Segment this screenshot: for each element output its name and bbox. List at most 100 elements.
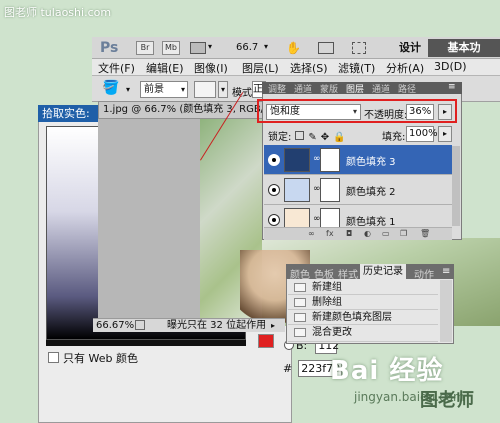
tab-swatches[interactable]: 色板 (314, 266, 334, 281)
gamut-warning-swatch[interactable] (258, 334, 274, 348)
link-layers-icon[interactable]: ∞ (308, 228, 315, 240)
layer-mask-thumb[interactable] (320, 208, 340, 227)
eye-icon[interactable] (268, 184, 280, 196)
layer-mask-thumb[interactable] (320, 178, 340, 202)
layer-row[interactable]: ∞ 颜色填充 1 (264, 205, 452, 228)
history-step-icon (294, 313, 306, 322)
layers-scrollbar[interactable] (452, 146, 460, 226)
web-only-option[interactable]: 只有 Web 颜色 (48, 350, 138, 366)
lock-pixels-icon[interactable]: ✎ (308, 132, 316, 143)
history-step-icon (294, 328, 306, 337)
fill-input[interactable]: 100% (406, 126, 438, 142)
tab-styles[interactable]: 样式 (338, 266, 358, 281)
trash-icon[interactable]: 🗑 (420, 228, 430, 240)
panel-menu-icon[interactable]: ≡ (448, 82, 456, 92)
bridge-button[interactable]: Br (136, 41, 154, 55)
workspace-essentials[interactable]: 基本功 (428, 39, 500, 57)
tab-channels-a[interactable]: 通道 (294, 82, 312, 95)
eye-icon[interactable] (268, 214, 280, 226)
screen-mode-icon[interactable] (352, 42, 366, 54)
menu-bar: 文件(F) 编辑(E) 图像(I) 图层(L) 选择(S) 滤镜(T) 分析(A… (92, 59, 500, 76)
hand-icon[interactable]: ✋ (286, 41, 301, 55)
history-item[interactable]: 混合更改 (288, 325, 438, 342)
zoom-dropdown-icon[interactable]: ▾ (264, 42, 268, 51)
zoom-level[interactable]: 66.7 (236, 42, 258, 53)
lock-row: 锁定: ✎ ✥ 🔒 (268, 128, 346, 143)
pattern-chevron-icon[interactable]: ▾ (218, 81, 228, 98)
paint-bucket-icon[interactable]: 🪣 (102, 80, 119, 96)
lock-position-icon[interactable]: ✥ (321, 132, 329, 143)
fill-source-select[interactable]: 前景 ▾ (140, 81, 188, 98)
layer-thumb (284, 208, 310, 227)
tab-color[interactable]: 颜色 (290, 266, 310, 281)
menu-3d[interactable]: 3D(D) (434, 60, 467, 73)
add-mask-icon[interactable]: ◘ (346, 228, 352, 240)
layers-panel-tabs: 调整 通道 蒙版 图层 通道 路径 ≡ (262, 82, 462, 95)
eye-icon[interactable] (268, 154, 280, 166)
menu-file[interactable]: 文件(F) (98, 60, 135, 76)
hex-label: # (283, 362, 293, 375)
layer-name: 颜色填充 1 (346, 217, 396, 228)
menu-select[interactable]: 选择(S) (290, 60, 328, 76)
history-item[interactable]: 新建组 (288, 280, 438, 295)
lock-transparent-icon[interactable] (295, 131, 305, 140)
history-panel-tabs: 颜色 色板 样式 历史记录 动作 ≡ (286, 264, 454, 281)
arrange-documents-icon[interactable] (318, 42, 334, 54)
workspace-design[interactable]: 设计 (392, 39, 428, 57)
layer-row[interactable]: ∞ 颜色填充 3 (264, 145, 452, 175)
menu-analysis[interactable]: 分析(A) (386, 60, 424, 76)
watermark-top: 图老师 tulaoshi.com (4, 6, 112, 19)
layer-thumb (284, 148, 310, 172)
panel-menu-icon[interactable]: ≡ (442, 266, 450, 277)
adjustment-layer-icon[interactable]: ◐ (364, 228, 371, 240)
tool-preset-chevron-icon[interactable]: ▾ (126, 85, 130, 94)
color-field-bottom (46, 340, 246, 346)
fill-slider-arrow-icon[interactable]: ▸ (438, 126, 452, 142)
layers-footer: ∞ fx ◘ ◐ ▭ ❐ 🗑 (264, 228, 452, 240)
status-bar: 66.67% 曝光只在 32 位起作用 ▸ (93, 318, 285, 332)
zoom-status[interactable]: 66.67% (96, 319, 134, 332)
highlight-box (257, 99, 457, 123)
pattern-swatch[interactable] (194, 81, 216, 98)
tab-paths[interactable]: 路径 (398, 82, 416, 95)
history-item[interactable]: 删除组 (288, 295, 438, 310)
status-icon[interactable] (135, 320, 145, 330)
status-arrow-icon[interactable]: ▸ (271, 319, 275, 332)
view-extras-icon[interactable] (190, 42, 206, 54)
history-item[interactable]: 新建颜色填充图层 (288, 310, 438, 325)
history-scrollbar[interactable] (440, 280, 452, 342)
fill-label: 填充: (382, 132, 406, 143)
web-only-label: 只有 Web 颜色 (63, 352, 138, 365)
tab-masks[interactable]: 蒙版 (320, 82, 338, 95)
chevron-down-icon[interactable]: ▾ (208, 42, 212, 51)
lock-label: 锁定: (268, 132, 292, 143)
menu-filter[interactable]: 滤镜(T) (338, 60, 375, 76)
tab-history[interactable]: 历史记录 (360, 264, 406, 279)
layer-thumb (284, 178, 310, 202)
layer-mask-thumb[interactable] (320, 148, 340, 172)
history-step-icon (294, 283, 306, 292)
history-item-label: 混合更改 (312, 327, 352, 338)
tab-adjustments[interactable]: 调整 (268, 82, 286, 95)
new-layer-icon[interactable]: ❐ (400, 228, 407, 240)
web-only-checkbox[interactable] (48, 352, 59, 363)
fill-source-value: 前景 (144, 84, 164, 95)
menu-layer[interactable]: 图层(L) (242, 60, 279, 76)
layer-row[interactable]: ∞ 颜色填充 2 (264, 175, 452, 205)
tab-channels[interactable]: 通道 (372, 82, 390, 95)
layer-name: 颜色填充 2 (346, 187, 396, 198)
minibridge-button[interactable]: Mb (162, 41, 180, 55)
history-step-icon (294, 298, 306, 307)
document-tab[interactable]: 1.jpg @ 66.7% (颜色填充 3, RGB/8 (98, 101, 266, 119)
tab-layers[interactable]: 图层 (346, 82, 364, 95)
menu-edit[interactable]: 编辑(E) (146, 60, 184, 76)
new-group-icon[interactable]: ▭ (382, 228, 390, 240)
chevron-down-icon: ▾ (180, 85, 185, 94)
tab-actions[interactable]: 动作 (414, 266, 434, 281)
history-item-label: 新建颜色填充图层 (312, 312, 392, 323)
ps-logo: Ps (100, 40, 119, 56)
menu-image[interactable]: 图像(I) (194, 60, 228, 76)
lock-all-icon[interactable]: 🔒 (333, 132, 345, 143)
status-text: 曝光只在 32 位起作用 (167, 320, 267, 331)
layer-style-icon[interactable]: fx (326, 228, 334, 240)
